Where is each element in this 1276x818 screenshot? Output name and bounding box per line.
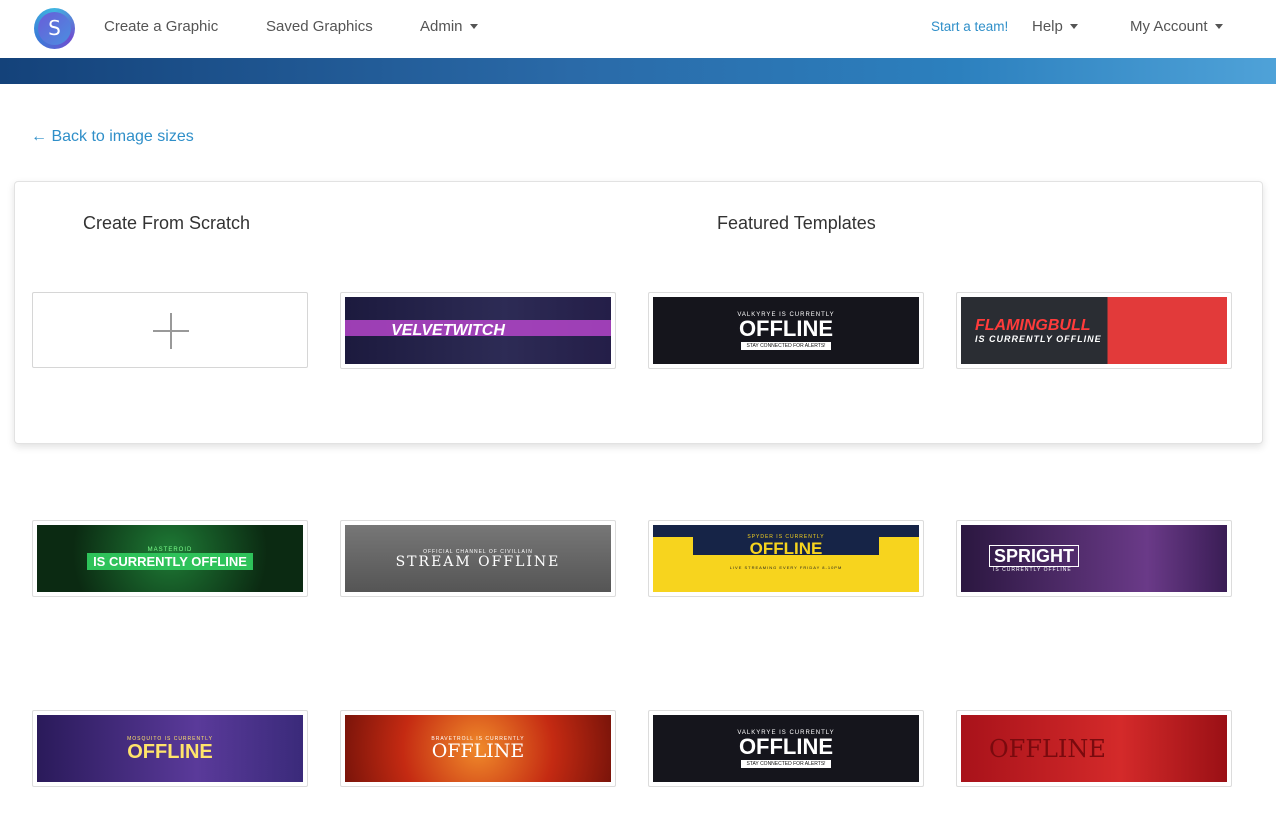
- template-tile[interactable]: VALKYRYE IS CURRENTLY OFFLINE STAY CONNE…: [648, 710, 924, 787]
- chevron-down-icon: [1214, 24, 1223, 29]
- nav-account-label: My Account: [1130, 18, 1208, 35]
- template-preview: VALKYRYE IS CURRENTLY OFFLINE STAY CONNE…: [653, 297, 919, 364]
- template-title: OFFLINE: [989, 734, 1106, 763]
- nav-help-menu[interactable]: Help: [1032, 18, 1078, 35]
- template-preview: SPRIGHT IS CURRENTLY OFFLINE: [961, 525, 1227, 592]
- template-title: SPRIGHT: [989, 544, 1080, 567]
- template-title: FLAMINGBULL: [975, 316, 1091, 334]
- template-preview: MASTEROID IS CURRENTLY OFFLINE: [37, 525, 303, 592]
- template-title: IS CURRENTLY OFFLINE: [87, 553, 253, 570]
- app-logo[interactable]: S: [34, 8, 75, 49]
- template-tile[interactable]: VELVETWITCH: [340, 292, 616, 369]
- nav-saved-graphics[interactable]: Saved Graphics: [266, 18, 373, 35]
- template-preview: MOSQUITO IS CURRENTLY OFFLINE: [37, 715, 303, 782]
- chevron-down-icon: [469, 24, 478, 29]
- template-tile[interactable]: OFFLINE: [956, 710, 1232, 787]
- plus-icon-stroke: [170, 313, 172, 349]
- template-tile[interactable]: MASTEROID IS CURRENTLY OFFLINE: [32, 520, 308, 597]
- template-preview: BRAVETROLL IS CURRENTLY OFFLINE: [345, 715, 611, 782]
- nav-start-team[interactable]: Start a team!: [931, 19, 1008, 34]
- template-tagline: STAY CONNECTED FOR ALERTS!: [741, 341, 831, 350]
- create-from-scratch-tile[interactable]: [32, 292, 308, 368]
- chevron-down-icon: [1069, 24, 1078, 29]
- template-preview: VALKYRYE IS CURRENTLY OFFLINE STAY CONNE…: [653, 715, 919, 782]
- template-preview: VELVETWITCH: [345, 297, 611, 364]
- featured-heading: Featured Templates: [717, 213, 876, 233]
- template-tile[interactable]: VALKYRYE IS CURRENTLY OFFLINE STAY CONNE…: [648, 292, 924, 369]
- logo-letter: S: [38, 12, 71, 45]
- template-preview: FLAMINGBULL IS CURRENTLY OFFLINE: [961, 297, 1227, 364]
- template-tagline: LIVE STREAMING EVERY FRIDAY 8-10PM: [729, 564, 843, 570]
- template-tile[interactable]: MOSQUITO IS CURRENTLY OFFLINE: [32, 710, 308, 787]
- scratch-heading: Create From Scratch: [83, 213, 251, 233]
- template-title: OFFLINE: [127, 740, 213, 763]
- template-title: OFFLINE: [738, 315, 834, 341]
- template-preview: OFFICIAL CHANNEL OF CIVILLAIN STREAM OFF…: [345, 525, 611, 592]
- template-subtitle: IS CURRENTLY OFFLINE: [993, 566, 1072, 573]
- template-preview: SPYDER IS CURRENTLY OFFLINE LIVE STREAMI…: [653, 525, 919, 592]
- template-title: OFFLINE: [749, 538, 823, 558]
- header-banner: [0, 58, 1276, 84]
- nav-account-menu[interactable]: My Account: [1130, 18, 1223, 35]
- template-tile[interactable]: FLAMINGBULL IS CURRENTLY OFFLINE: [956, 292, 1232, 369]
- template-title: STREAM OFFLINE: [395, 553, 561, 570]
- template-subtitle: IS CURRENTLY OFFLINE: [975, 333, 1102, 344]
- template-tile[interactable]: OFFICIAL CHANNEL OF CIVILLAIN STREAM OFF…: [340, 520, 616, 597]
- template-title: OFFLINE: [738, 733, 834, 759]
- nav-create-graphic[interactable]: Create a Graphic: [104, 18, 218, 35]
- template-title: VELVETWITCH: [391, 321, 505, 339]
- top-nav: S Create a Graphic Saved Graphics Admin …: [0, 0, 1276, 58]
- back-to-image-sizes-link[interactable]: ← Back to image sizes: [31, 128, 194, 146]
- template-preview: OFFLINE: [961, 715, 1227, 782]
- template-title: OFFLINE: [431, 740, 525, 762]
- template-tagline: STAY CONNECTED FOR ALERTS!: [741, 759, 831, 768]
- template-tile[interactable]: SPYDER IS CURRENTLY OFFLINE LIVE STREAMI…: [648, 520, 924, 597]
- template-tile[interactable]: SPRIGHT IS CURRENTLY OFFLINE: [956, 520, 1232, 597]
- nav-admin-menu[interactable]: Admin: [420, 18, 478, 35]
- nav-admin-label: Admin: [420, 18, 463, 35]
- template-tile[interactable]: BRAVETROLL IS CURRENTLY OFFLINE: [340, 710, 616, 787]
- nav-help-label: Help: [1032, 18, 1063, 35]
